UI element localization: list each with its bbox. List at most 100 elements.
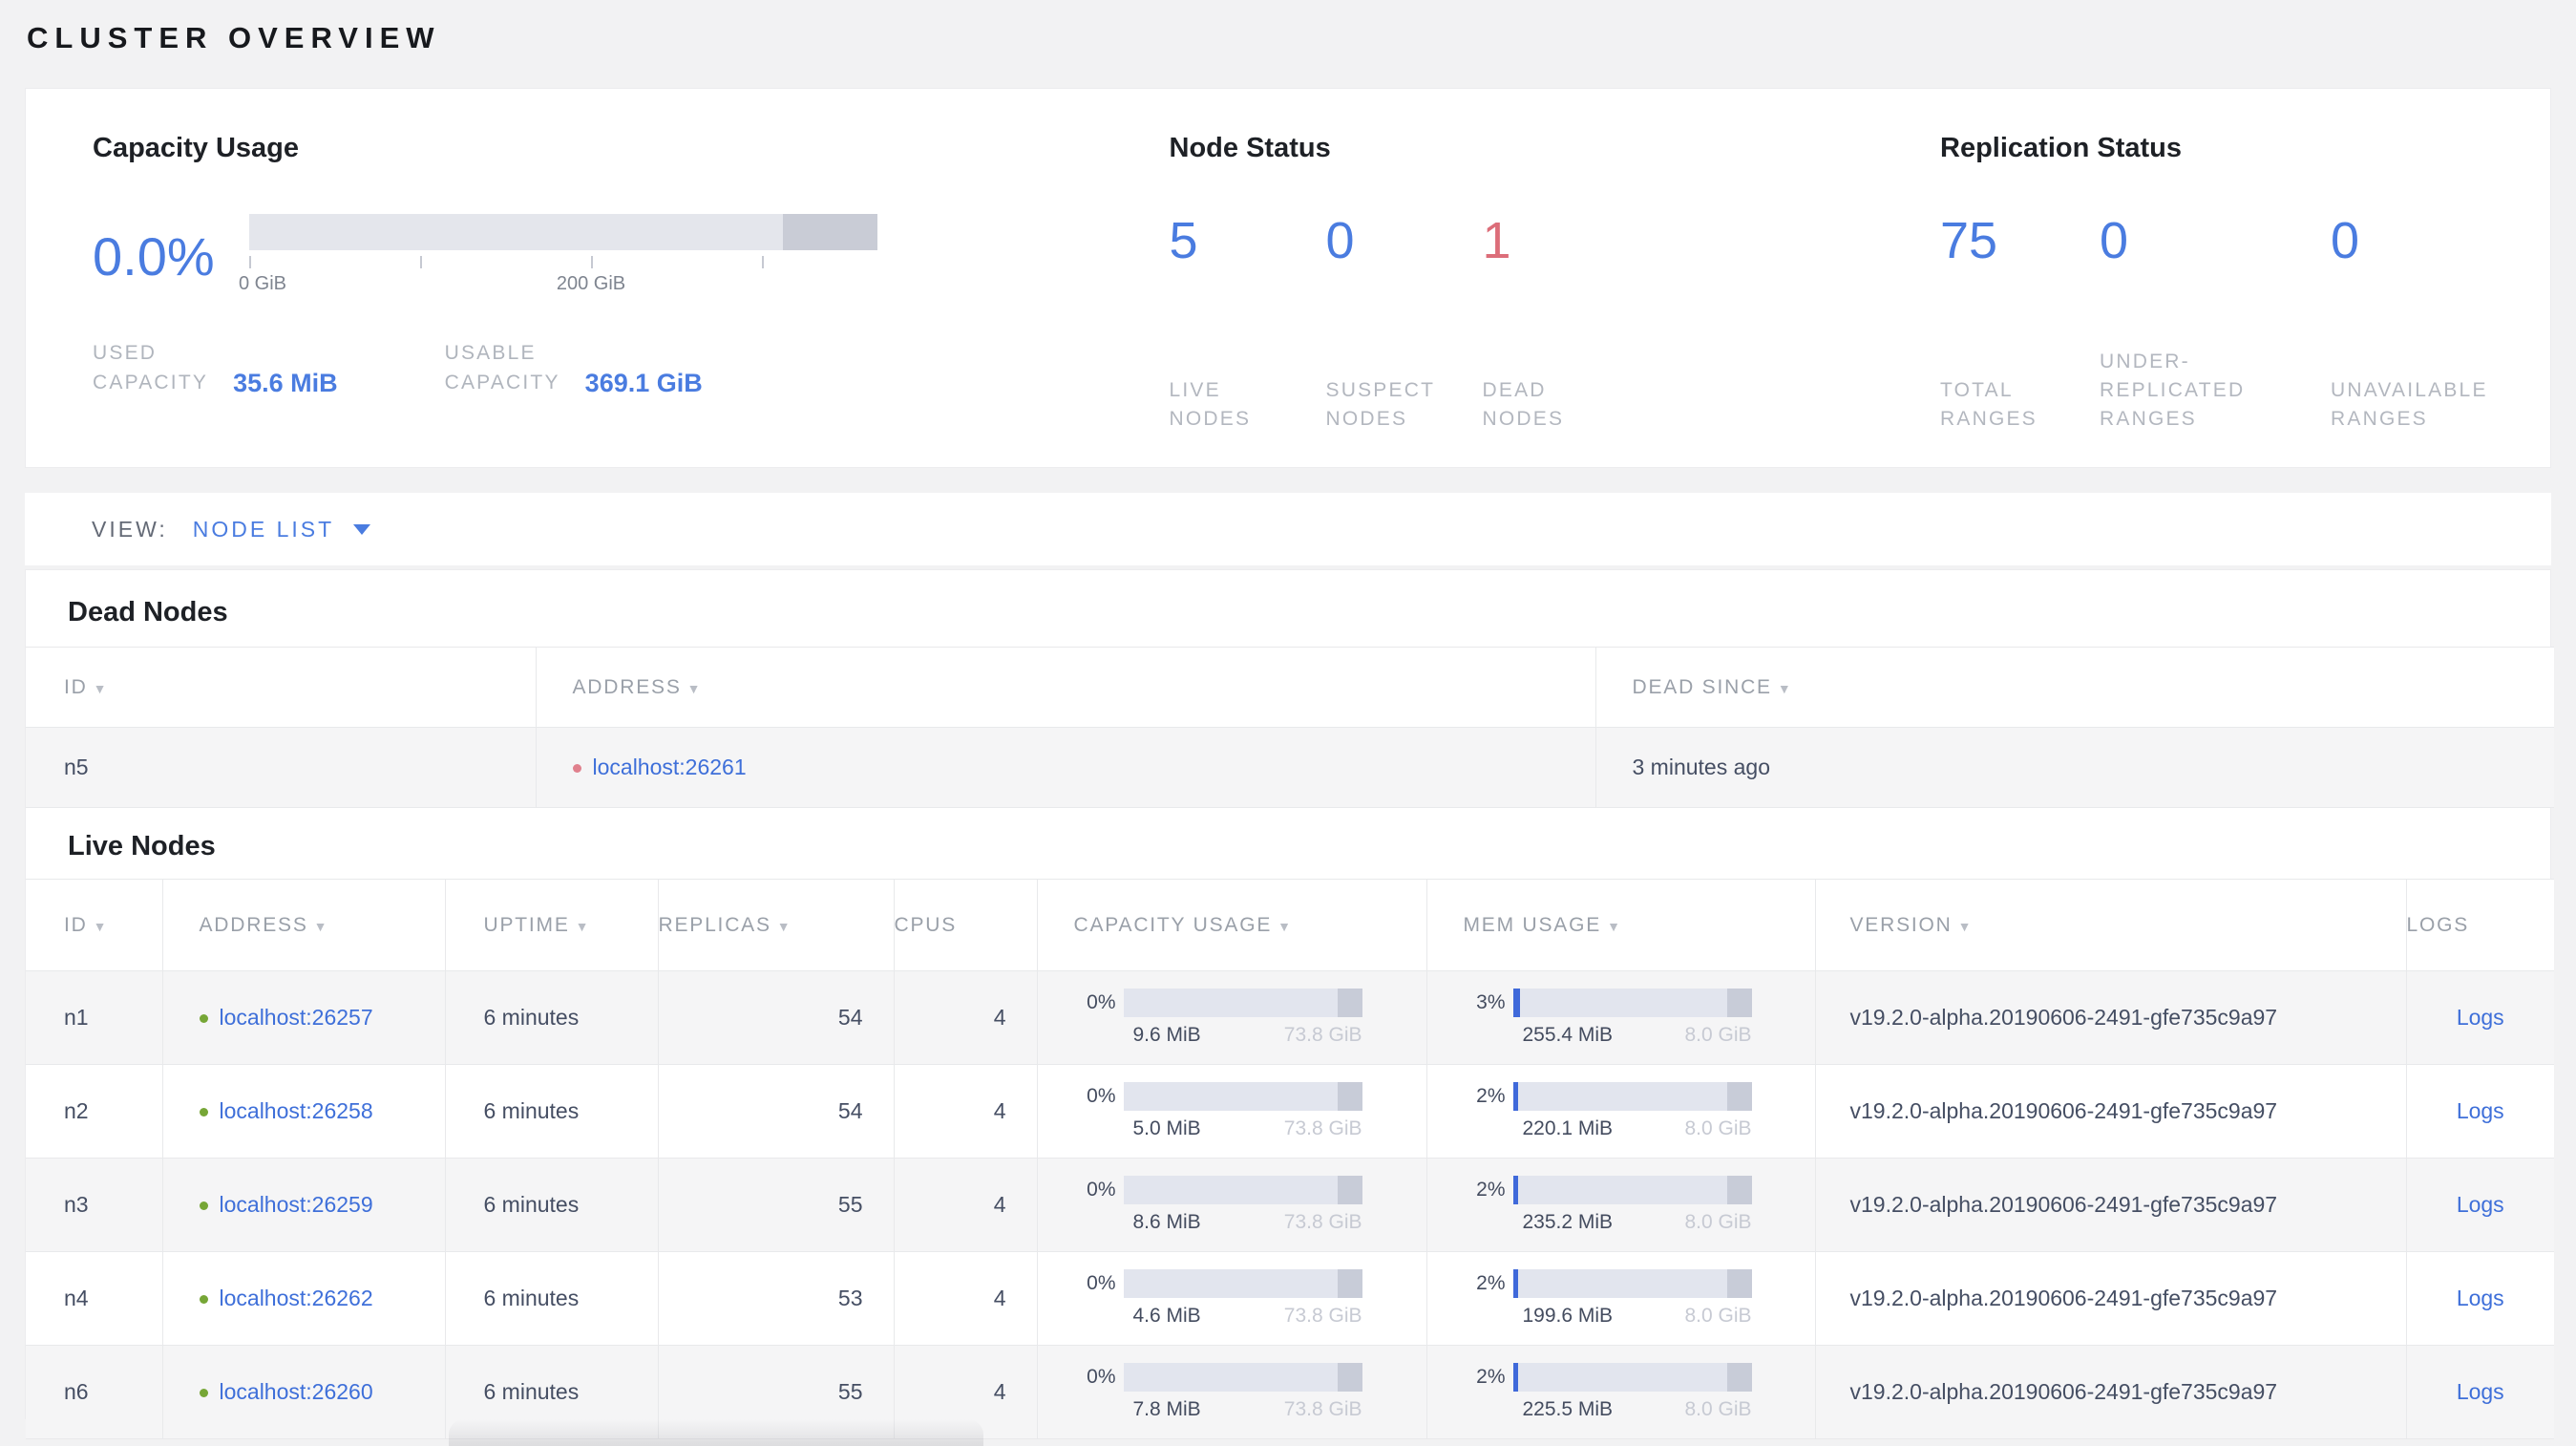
logs-link[interactable]: Logs <box>2457 1286 2504 1310</box>
mem-used-value: 199.6 MiB <box>1522 1305 1614 1327</box>
replication-status-section: Replication Status 75 TOTAL RANGES 0 UND… <box>1940 133 2550 467</box>
mem-total-value: 8.0 GiB <box>1684 1117 1752 1139</box>
sort-desc-icon[interactable]: ▼ <box>576 919 591 934</box>
capacity-total-value: 73.8 GiB <box>1283 1024 1362 1046</box>
view-dropdown[interactable]: NODE LIST <box>193 517 371 542</box>
dead-node-address-cell: localhost:26261 <box>536 727 1596 808</box>
capacity-endcap-segment <box>1337 1269 1362 1298</box>
sort-desc-icon[interactable]: ▼ <box>1277 919 1293 934</box>
node-version: v19.2.0-alpha.20190606-2491-gfe735c9a97 <box>1815 1158 2407 1252</box>
used-capacity-label: USED CAPACITY <box>93 342 209 393</box>
dead-col-id[interactable]: ID ▼ <box>26 647 537 728</box>
cluster-overview-page: CLUSTER OVERVIEW Capacity Usage 0.0% 0 G… <box>0 0 2576 1446</box>
sort-desc-icon[interactable]: ▼ <box>777 919 792 934</box>
mem-percent-label: 2% <box>1476 1272 1506 1294</box>
dead-col-address[interactable]: ADDRESS ▼ <box>536 647 1596 728</box>
node-address-cell: localhost:26257 <box>162 970 446 1065</box>
mem-usage-bar <box>1512 989 1752 1017</box>
node-logs-cell: Logs <box>2406 1065 2554 1159</box>
total-ranges-label: TOTAL RANGES <box>1940 379 2038 430</box>
capacity-usage-bar <box>1123 1269 1362 1298</box>
sort-desc-icon[interactable]: ▼ <box>687 681 703 696</box>
node-id: n6 <box>26 1345 163 1439</box>
live-col-cpus[interactable]: CPUS <box>894 879 1038 971</box>
sort-desc-icon[interactable]: ▼ <box>94 681 109 696</box>
mem-used-segment <box>1512 1363 1518 1392</box>
unavailable-ranges-label: UNAVAILABLE RANGES <box>2331 379 2488 430</box>
mem-used-segment <box>1512 989 1520 1017</box>
mem-percent-label: 2% <box>1476 1366 1506 1388</box>
logs-link[interactable]: Logs <box>2457 1379 2504 1404</box>
node-mem-usage-cell: 2% 235.2 MiB 8.0 GiB <box>1426 1158 1816 1252</box>
suspect-nodes-stat: 0 SUSPECT NODES <box>1326 212 1483 434</box>
node-capacity-usage-cell: 0% 4.6 MiB 73.8 GiB <box>1037 1251 1427 1346</box>
node-address-link[interactable]: localhost:26258 <box>220 1098 373 1123</box>
node-replicas: 55 <box>658 1158 895 1252</box>
capacity-bar-chart: 0 GiB 200 GiB <box>239 214 877 302</box>
capacity-usage-title: Capacity Usage <box>93 133 299 163</box>
mem-usage-widget: 3% 255.4 MiB 8.0 GiB <box>1464 989 1815 1047</box>
node-address-cell: localhost:26258 <box>162 1064 446 1159</box>
logs-link[interactable]: Logs <box>2457 1005 2504 1030</box>
node-replicas: 54 <box>658 970 895 1065</box>
dead-col-dead-since[interactable]: DEAD SINCE ▼ <box>1595 648 2554 728</box>
node-mem-usage-cell: 2% 225.5 MiB 8.0 GiB <box>1426 1345 1816 1439</box>
capacity-usage-widget: 0% 9.6 MiB 73.8 GiB <box>1074 989 1426 1047</box>
node-cpus: 4 <box>894 1158 1038 1252</box>
mem-usage-widget: 2% 225.5 MiB 8.0 GiB <box>1464 1363 1815 1421</box>
mem-usage-widget: 2% 235.2 MiB 8.0 GiB <box>1464 1176 1815 1234</box>
dead-status-dot-icon <box>572 764 581 774</box>
dead-node-address-link[interactable]: localhost:26261 <box>593 755 747 779</box>
capacity-bar-end-segment <box>783 214 877 250</box>
axis-label-0: 0 GiB <box>238 273 287 294</box>
node-logs-cell: Logs <box>2406 1159 2554 1252</box>
mem-total-value: 8.0 GiB <box>1684 1398 1752 1420</box>
sort-desc-icon[interactable]: ▼ <box>1958 919 1974 934</box>
capacity-percent: 0.0% <box>93 226 215 287</box>
live-col-address[interactable]: ADDRESS ▼ <box>162 879 446 971</box>
sort-desc-icon[interactable]: ▼ <box>314 919 329 934</box>
logs-link[interactable]: Logs <box>2457 1098 2504 1123</box>
live-nodes-table: ID ▼ ADDRESS ▼ UPTIME ▼ REPLICAS ▼ CPUS CAPA… <box>26 879 2554 1439</box>
live-col-version[interactable]: VERSION ▼ <box>1815 879 2407 971</box>
node-id: n2 <box>26 1064 163 1159</box>
node-address-cell: localhost:26262 <box>162 1251 446 1346</box>
node-address-link[interactable]: localhost:26257 <box>220 1005 373 1030</box>
live-col-id[interactable]: ID ▼ <box>26 879 163 971</box>
sort-desc-icon[interactable]: ▼ <box>1607 919 1622 934</box>
sort-desc-icon[interactable]: ▼ <box>1778 681 1793 696</box>
dead-node-id: n5 <box>26 727 537 808</box>
live-col-mem-usage[interactable]: MEM USAGE ▼ <box>1426 879 1816 971</box>
node-logs-cell: Logs <box>2406 1346 2554 1439</box>
mem-used-value: 225.5 MiB <box>1522 1398 1614 1420</box>
bottom-shadow-artifact <box>449 1419 983 1446</box>
dead-nodes-table: ID ▼ ADDRESS ▼ DEAD SINCE ▼ n5 localhost:26… <box>26 647 2554 808</box>
sort-desc-icon[interactable]: ▼ <box>94 919 109 934</box>
suspect-nodes-count: 0 <box>1325 212 1355 269</box>
capacity-usage-bar <box>1123 1363 1362 1392</box>
live-col-capacity-usage[interactable]: CAPACITY USAGE ▼ <box>1037 879 1427 971</box>
view-dropdown-value[interactable]: NODE LIST <box>193 517 334 542</box>
node-replicas: 54 <box>658 1064 895 1159</box>
live-col-uptime[interactable]: UPTIME ▼ <box>445 879 659 971</box>
chevron-down-icon[interactable] <box>353 523 371 535</box>
capacity-axis <box>249 256 877 269</box>
live-col-replicas[interactable]: REPLICAS ▼ <box>658 879 895 971</box>
mem-used-segment <box>1512 1176 1518 1204</box>
node-address-link[interactable]: localhost:26262 <box>220 1286 373 1310</box>
node-mem-usage-cell: 3% 255.4 MiB 8.0 GiB <box>1426 970 1816 1065</box>
logs-link[interactable]: Logs <box>2457 1192 2504 1217</box>
under-replicated-ranges-stat: 0 UNDER- REPLICATED RANGES <box>2100 212 2331 434</box>
node-uptime: 6 minutes <box>445 1251 659 1346</box>
dead-nodes-label: DEAD NODES <box>1482 379 1565 430</box>
capacity-percent-label: 0% <box>1087 1366 1116 1388</box>
mem-usage-bar <box>1512 1082 1752 1111</box>
view-label: VIEW: <box>92 516 168 542</box>
node-cpus: 4 <box>894 1251 1038 1346</box>
capacity-usage-widget: 0% 4.6 MiB 73.8 GiB <box>1074 1269 1426 1328</box>
usable-capacity-label: USABLE CAPACITY <box>444 342 560 393</box>
capacity-endcap-segment <box>1337 1082 1362 1111</box>
node-address-link[interactable]: localhost:26260 <box>220 1379 373 1404</box>
used-capacity-metric: USED CAPACITY 35.6 MiB <box>93 338 338 397</box>
node-address-link[interactable]: localhost:26259 <box>220 1192 373 1217</box>
